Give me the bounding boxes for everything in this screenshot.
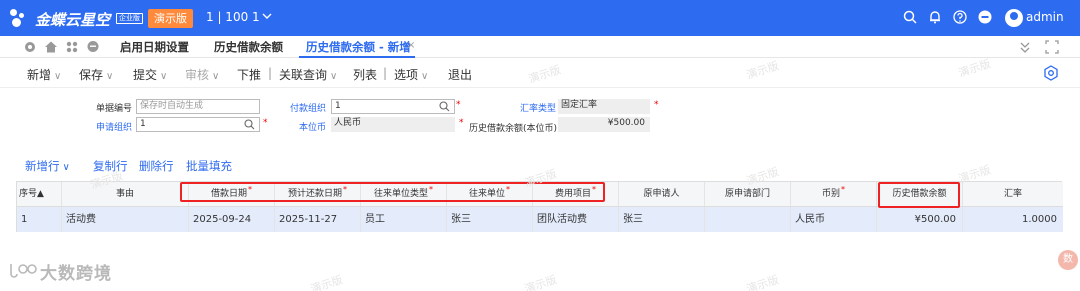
chevron-down-icon[interactable] (262, 10, 272, 24)
balance-field: ¥500.00 (558, 117, 650, 132)
balance-label: 历史借款余额(本位币) (469, 124, 558, 134)
home-icon[interactable] (44, 40, 58, 54)
cell-orig-applicant[interactable]: 张三 (619, 207, 705, 232)
message-icon[interactable] (86, 40, 100, 54)
header-currency-label: 币别 (821, 189, 840, 199)
related-query-button[interactable]: 关联查询 ∨ (279, 66, 337, 83)
chevron-down-icon: ∨ (106, 71, 114, 82)
cell-partner-type[interactable]: 员工 (361, 207, 447, 232)
tab-bar: 启用日期设置 历史借款余额 历史借款余额 - 新增 × (0, 36, 1080, 58)
close-icon[interactable]: × (407, 40, 415, 51)
required-mark: * (459, 118, 464, 128)
cell-partner[interactable]: 张三 (447, 207, 533, 232)
gear-icon[interactable] (23, 40, 37, 54)
toolbar-separator: | (268, 66, 273, 80)
cell-loan-date[interactable]: 2025-09-24 (189, 207, 275, 232)
cell-expected-repay[interactable]: 2025-11-27 (275, 207, 361, 232)
save-button-label: 保存 (79, 68, 104, 82)
header-seq[interactable]: 序号▲ (17, 182, 62, 206)
chevron-down-icon: ∨ (330, 71, 338, 82)
options-button-label: 选项 (394, 68, 419, 82)
batch-fill-button[interactable]: 批量填充 (186, 158, 232, 174)
toolbar-separator: | (383, 66, 388, 80)
top-navigation-bar: 金蝶云星空 企业版 演示版 1 | 100 1 admin (0, 0, 1080, 36)
kingdee-logo-icon (10, 9, 30, 27)
rate-type-field: 固定汇率 (558, 99, 650, 114)
brand-name: 金蝶云星空 (35, 11, 111, 29)
new-button[interactable]: 新增 ∨ (27, 66, 61, 83)
submit-button-label: 提交 (133, 68, 158, 82)
bill-no-label: 单据编号 (96, 104, 133, 114)
watermark: 演示版 (522, 273, 559, 291)
bill-no-input[interactable]: 保存时自动生成 (136, 99, 260, 114)
chevron-down-icon: ∨ (54, 71, 62, 82)
currency-label: 本位币 (299, 123, 327, 133)
apply-org-label: 申请组织 (96, 123, 133, 133)
header-rate[interactable]: 汇率 (963, 182, 1063, 206)
add-row-button[interactable]: 新增行 ∨ (25, 158, 70, 174)
org-switcher[interactable]: 1 | 100 1 (206, 10, 260, 24)
related-query-label: 关联查询 (279, 68, 328, 82)
audit-button-label: 审核 (185, 68, 210, 82)
required-mark: * (456, 100, 461, 110)
cell-hist-balance[interactable]: ¥500.00 (877, 207, 963, 232)
fullscreen-icon[interactable] (1045, 40, 1059, 54)
save-button[interactable]: 保存 ∨ (79, 66, 113, 83)
tab-historical-loan-balance-new[interactable]: 历史借款余额 - 新增 (306, 39, 411, 55)
search-icon[interactable] (902, 10, 918, 26)
user-avatar[interactable] (1005, 9, 1023, 27)
cell-expense-item[interactable]: 团队活动费 (533, 207, 619, 232)
help-icon[interactable] (952, 10, 968, 26)
settings-icon[interactable] (1043, 65, 1059, 81)
apply-org-input[interactable]: 1 (136, 117, 260, 132)
rate-type-label: 汇率类型 (520, 104, 557, 114)
exit-button[interactable]: 退出 (448, 66, 472, 83)
apps-grid-icon[interactable] (65, 40, 79, 54)
cell-rate[interactable]: 1.0000 (963, 207, 1063, 232)
bell-icon[interactable] (927, 10, 943, 26)
chevron-down-icon: ∨ (62, 162, 70, 173)
collapse-icon[interactable] (1018, 40, 1032, 54)
pay-org-input[interactable]: 1 (331, 99, 455, 114)
edition-badge: 企业版 (116, 13, 143, 24)
minus-circle-icon[interactable] (977, 10, 993, 26)
tab-start-date-settings[interactable]: 启用日期设置 (120, 39, 189, 55)
chevron-down-icon: ∨ (212, 71, 220, 82)
assistant-icon[interactable]: 数 (1058, 250, 1078, 270)
highlight-balance-column (878, 182, 960, 208)
demo-badge: 演示版 (148, 9, 193, 28)
currency-field: 人民币 (331, 117, 455, 132)
tab-historical-loan-balance[interactable]: 历史借款余额 (214, 39, 283, 55)
username[interactable]: admin (1026, 10, 1064, 24)
header-reason[interactable]: 事由 (62, 182, 189, 206)
cell-reason[interactable]: 活动费 (62, 207, 189, 232)
pay-org-label: 付款组织 (290, 104, 327, 114)
brand-watermark: 大数跨境 (40, 264, 112, 284)
header-currency[interactable]: 币别* (791, 182, 877, 206)
options-button[interactable]: 选项 ∨ (394, 66, 428, 83)
new-button-label: 新增 (27, 68, 52, 82)
brand-watermark-icon (10, 264, 37, 278)
header-orig-applicant[interactable]: 原申请人 (619, 182, 705, 206)
audit-button[interactable]: 审核 ∨ (185, 66, 219, 83)
push-down-button[interactable]: 下推 (237, 66, 261, 83)
search-icon[interactable] (244, 119, 255, 130)
chevron-down-icon: ∨ (160, 71, 168, 82)
required-mark: * (654, 100, 659, 110)
watermark: 演示版 (308, 273, 345, 291)
required-mark: * (263, 118, 268, 128)
cell-currency[interactable]: 人民币 (791, 207, 877, 232)
add-row-label: 新增行 (25, 159, 60, 173)
chevron-down-icon: ∨ (421, 71, 429, 82)
cell-seq[interactable]: 1 (17, 207, 62, 232)
delete-row-button[interactable]: 删除行 (139, 158, 174, 174)
search-icon[interactable] (439, 101, 450, 112)
watermark: 演示版 (744, 273, 781, 291)
submit-button[interactable]: 提交 ∨ (133, 66, 167, 83)
list-button[interactable]: 列表 (353, 66, 377, 83)
cell-orig-dept[interactable] (705, 207, 791, 232)
